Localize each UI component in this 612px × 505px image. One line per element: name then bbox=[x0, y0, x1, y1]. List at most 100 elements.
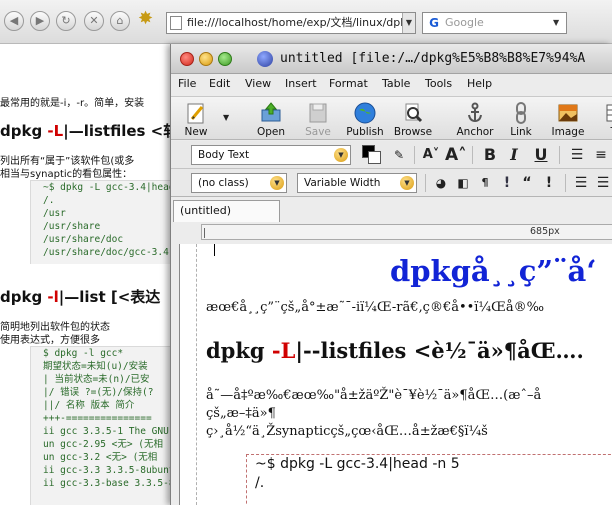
chevron-down-icon: ▼ bbox=[270, 176, 284, 190]
section1-text2: 相当与synaptic的看包属性： bbox=[0, 169, 133, 180]
open-folder-icon bbox=[261, 102, 281, 122]
url-dropdown-button[interactable]: ▼ bbox=[402, 13, 415, 33]
font-select[interactable]: Variable Width ▼ bbox=[297, 173, 417, 193]
menu-table[interactable]: Table bbox=[382, 77, 410, 90]
bulleted-list-icon[interactable]: ☰ bbox=[567, 145, 587, 165]
image-icon bbox=[558, 104, 578, 122]
url-input[interactable]: file:///localhost/home/exp/文档/linux/dpk bbox=[166, 12, 416, 34]
format-toolbar-secondary: (no class) ▼ Variable Width ▼ ◕ ◧ ¶ ! “ … bbox=[171, 169, 612, 197]
ruler[interactable]: 685px bbox=[201, 224, 612, 240]
save-disk-icon bbox=[309, 103, 327, 123]
paragraph-style-value: Body Text bbox=[198, 149, 250, 161]
menu-insert[interactable]: Insert bbox=[285, 77, 317, 90]
code-line: ~$ dpkg -L gcc-3.4|head bbox=[43, 182, 170, 193]
table-label: Ta bbox=[586, 126, 612, 138]
quote-icon[interactable]: “ bbox=[517, 173, 537, 193]
code-line: |/ 错误 ?=(无)/保持(? bbox=[43, 387, 154, 398]
title-bar[interactable]: untitled [file:/…/dpkg%E5%B8%B8%E7%94%A bbox=[171, 44, 612, 74]
document-heading: dpkg -L|--listfiles <è½¯ä»¶åŒ…. bbox=[206, 338, 584, 363]
code-line: ~$ dpkg -L gcc-3.4|head -n 5 bbox=[255, 456, 460, 472]
back-button[interactable]: ◀ bbox=[4, 11, 24, 31]
search-engine-dropdown[interactable]: ▼ bbox=[553, 18, 559, 27]
editor-page[interactable]: dpkgå¸¸ç”¨å‘ æœ€å¸¸ç”¨çš„å°±æ˜¯-iï¼Œ-rã€… bbox=[179, 244, 612, 505]
table-button[interactable]: Ta bbox=[591, 99, 612, 139]
color-swatch-icon[interactable]: ◕ bbox=[431, 173, 451, 193]
tab-bar: (untitled) bbox=[171, 198, 612, 222]
document-paragraph: å˜—å‡ºæ‰€æœ‰"å±žäºŽ"è¯¥è½¯ä»¶åŒ…(æˆ–å bbox=[206, 388, 542, 403]
code-line: 期望状态=未知(u)/安装 bbox=[43, 361, 148, 372]
italic-button[interactable]: I bbox=[504, 145, 524, 165]
class-select[interactable]: (no class) ▼ bbox=[191, 173, 287, 193]
definition-icon[interactable]: ! bbox=[539, 173, 559, 193]
page-background-icon[interactable]: ◧ bbox=[453, 173, 473, 193]
minimize-window-button[interactable] bbox=[199, 52, 213, 66]
code-line: un gcc-2.95 <无> (无相 bbox=[43, 439, 164, 450]
heading-prefix: dpkg bbox=[206, 338, 272, 363]
section2-text2: 使用表达式，方便很多 bbox=[0, 335, 100, 346]
class-select-value: (no class) bbox=[198, 177, 249, 189]
larger-font-button[interactable]: A˄ bbox=[445, 145, 467, 165]
zoom-window-button[interactable] bbox=[218, 52, 232, 66]
align-icon[interactable]: ☰ bbox=[571, 173, 591, 193]
document-paragraph: æœ€å¸¸ç”¨çš„å°±æ˜¯-iï¼Œ-rã€‚ç®€å••ï¼Œå®‰ bbox=[206, 300, 545, 315]
section2-heading: dpkg -l|—list [<表达 bbox=[0, 288, 161, 306]
magic-wand-icon[interactable]: ✸ bbox=[138, 8, 153, 29]
menu-format[interactable]: Format bbox=[329, 77, 368, 90]
new-button[interactable]: New bbox=[171, 99, 221, 139]
menu-edit[interactable]: Edit bbox=[209, 77, 230, 90]
main-toolbar: New ▼ Open Save Publish Browse Anchor Li… bbox=[171, 96, 612, 140]
nvu-logo-icon bbox=[257, 51, 273, 67]
ruler-marker bbox=[204, 228, 205, 238]
browse-button[interactable]: Browse bbox=[388, 99, 438, 139]
forward-button[interactable]: ▶ bbox=[30, 11, 50, 31]
code-line: /usr/share/doc/gcc-3.4 bbox=[43, 247, 169, 258]
search-input[interactable]: G Google bbox=[422, 12, 567, 34]
page-icon bbox=[170, 16, 182, 30]
code-line: /usr/share bbox=[43, 221, 101, 232]
new-label: New bbox=[184, 126, 208, 138]
abbreviation-icon[interactable]: ¶ bbox=[475, 173, 495, 193]
chain-link-icon bbox=[516, 102, 526, 124]
google-icon: G bbox=[429, 16, 439, 30]
align-justify-icon[interactable]: ☰ bbox=[593, 173, 612, 193]
close-window-button[interactable] bbox=[180, 52, 194, 66]
code-line: +++-=============== bbox=[43, 413, 152, 424]
code-block-2: $ dpkg -l gcc* 期望状态=未知(u)/安装 | 当前状态=未(n)… bbox=[30, 346, 170, 505]
code-line: /. bbox=[43, 195, 55, 206]
separator bbox=[565, 174, 566, 192]
code-line: /usr bbox=[43, 208, 66, 219]
reload-button[interactable]: ↻ bbox=[56, 11, 76, 31]
menu-view[interactable]: View bbox=[245, 77, 271, 90]
code-line: $ dpkg -l gcc* bbox=[43, 348, 124, 359]
home-button[interactable]: ⌂ bbox=[110, 11, 130, 31]
code-line: ii gcc-3.3 3.3.5-8ubuntu bbox=[43, 465, 170, 476]
menu-help[interactable]: Help bbox=[467, 77, 492, 90]
table-icon bbox=[606, 104, 612, 122]
paragraph-style-select[interactable]: Body Text ▼ bbox=[191, 145, 351, 165]
separator bbox=[559, 146, 560, 164]
menu-tools[interactable]: Tools bbox=[425, 77, 452, 90]
stop-button[interactable]: ✕ bbox=[84, 11, 104, 31]
tab-untitled[interactable]: (untitled) bbox=[173, 200, 280, 222]
intro-line: 最常用的就是-i，-r。简单，安装 bbox=[0, 98, 145, 109]
chevron-down-icon: ▼ bbox=[400, 176, 414, 190]
browser-toolbar: ◀ ▶ ↻ ✕ ⌂ ✸ file:///localhost/home/exp/文… bbox=[0, 0, 612, 44]
menu-file[interactable]: File bbox=[178, 77, 196, 90]
separator bbox=[425, 174, 426, 192]
anchor-icon bbox=[468, 102, 482, 123]
underline-button[interactable]: U bbox=[531, 145, 551, 165]
bold-button[interactable]: B bbox=[480, 145, 500, 165]
code-line: ||/ 名称 版本 简介 bbox=[43, 400, 135, 411]
text-color-picker[interactable] bbox=[362, 145, 382, 165]
highlight-pen-icon[interactable]: ✎ bbox=[389, 145, 409, 165]
code-block-1: ~$ dpkg -L gcc-3.4|head /. /usr /usr/sha… bbox=[30, 180, 170, 264]
new-dropdown-arrow[interactable]: ▼ bbox=[223, 113, 229, 122]
numbered-list-icon[interactable]: ≡ bbox=[591, 145, 611, 165]
document-paragraph: çš„æ–‡ä»¶ bbox=[206, 406, 276, 421]
url-text: file:///localhost/home/exp/文档/linux/dpk bbox=[187, 16, 407, 29]
search-placeholder: Google bbox=[445, 16, 484, 29]
important-icon[interactable]: ! bbox=[497, 173, 517, 193]
document-paragraph: ç›¸å½“ä¸Žsynapticçš„çœ‹åŒ…å±žæ€§ï¼š bbox=[206, 424, 488, 439]
section1-heading: dpkg -L|—listfiles <软 bbox=[0, 122, 170, 140]
smaller-font-button[interactable]: A˅ bbox=[421, 145, 441, 165]
